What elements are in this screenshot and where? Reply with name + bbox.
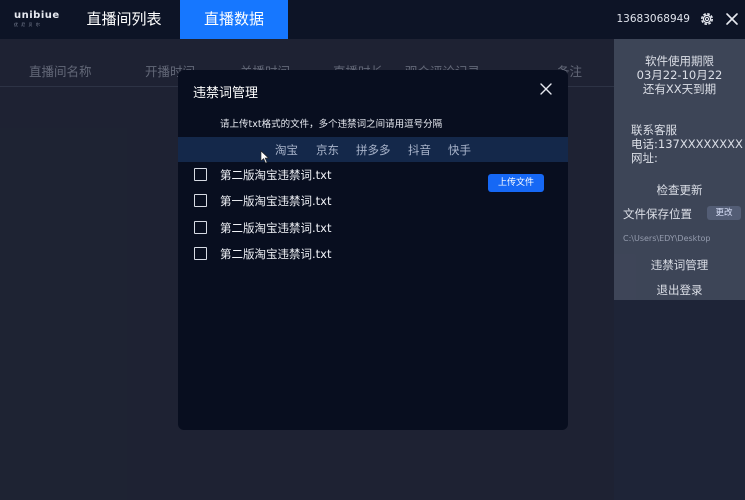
- file-name: 第二版淘宝违禁词.txt: [220, 168, 332, 182]
- upload-file-button[interactable]: 上传文件: [488, 174, 544, 192]
- check-update-link[interactable]: 检查更新: [614, 182, 745, 198]
- mouse-cursor-icon: [260, 150, 270, 164]
- file-name: 第二版淘宝违禁词.txt: [220, 221, 332, 235]
- close-icon[interactable]: [539, 82, 553, 96]
- tab-kuaishou[interactable]: 快手: [448, 142, 471, 158]
- file-name: 第二版淘宝违禁词.txt: [220, 247, 332, 261]
- file-checkbox[interactable]: [194, 221, 207, 234]
- tab-jingdong[interactable]: 京东: [316, 142, 339, 158]
- brand-logo: unibiue 优 尼 贝 尔: [14, 10, 59, 28]
- tab-douyin[interactable]: 抖音: [408, 142, 431, 158]
- logo-subtext: 优 尼 贝 尔: [14, 22, 41, 27]
- support-site: 网址:: [631, 151, 658, 165]
- change-location-button[interactable]: 更改: [707, 206, 741, 220]
- file-checkbox[interactable]: [194, 168, 207, 181]
- gear-icon[interactable]: [699, 11, 715, 27]
- file-checkbox[interactable]: [194, 194, 207, 207]
- logo-text: unibiue: [14, 10, 60, 21]
- tab-taobao[interactable]: 淘宝: [275, 142, 298, 158]
- save-path: C:\Users\EDY\Desktop: [623, 234, 711, 243]
- tab-pinduoduo[interactable]: 拼多多: [356, 142, 391, 158]
- account-phone: 13683068949: [616, 13, 691, 25]
- file-name: 第一版淘宝违禁词.txt: [220, 194, 332, 208]
- banned-words-link[interactable]: 违禁词管理: [614, 257, 745, 273]
- file-checkbox[interactable]: [194, 247, 207, 260]
- license-remaining: 还有XX天到期: [642, 82, 717, 96]
- dialog-description: 请上传txt格式的文件，多个违禁词之间请用逗号分隔: [220, 119, 443, 130]
- banned-words-dialog: 违禁词管理 请上传txt格式的文件，多个违禁词之间请用逗号分隔 淘宝 京东 拼多…: [178, 70, 568, 430]
- logout-link[interactable]: 退出登录: [614, 282, 745, 298]
- platform-tabs: 淘宝 京东 拼多多 抖音 快手: [178, 137, 568, 162]
- dialog-title: 违禁词管理: [193, 86, 259, 101]
- side-panel: 软件使用期限 03月22-10月22 还有XX天到期 联系客服 电话:137XX…: [614, 39, 745, 300]
- save-location-label: 文件保存位置: [623, 207, 692, 221]
- tab-live-data[interactable]: 直播数据: [180, 0, 288, 39]
- tab-live-room-list[interactable]: 直播间列表: [78, 0, 170, 39]
- close-icon[interactable]: [725, 12, 739, 26]
- top-bar: unibiue 优 尼 贝 尔 直播间列表 直播数据 13683068949: [0, 0, 745, 39]
